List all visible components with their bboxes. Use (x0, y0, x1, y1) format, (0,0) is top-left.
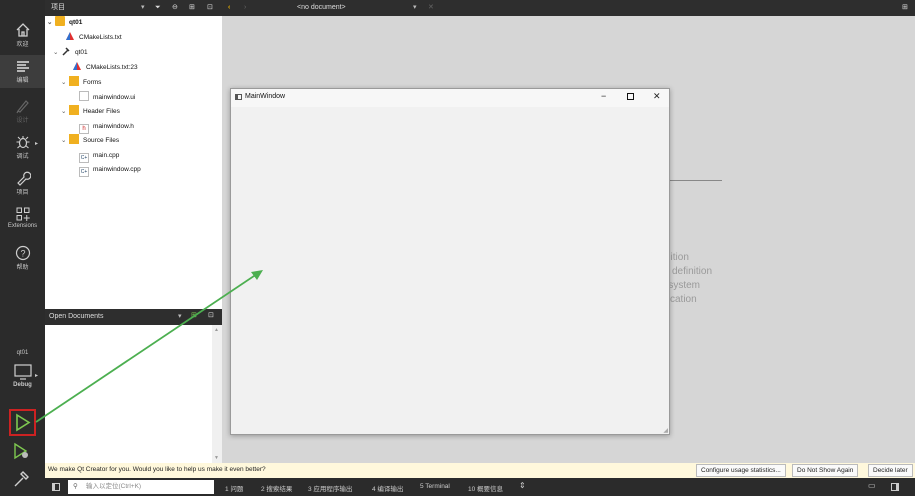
toggle-right-sidebar-icon[interactable] (891, 483, 899, 491)
configure-usage-statistics-button[interactable]: Configure usage statistics... (696, 464, 786, 477)
locator-input[interactable]: ⚲ 输入以定位(Ctrl+K) (68, 480, 214, 494)
annotation-arrow-line (35, 273, 258, 423)
locator-placeholder: 输入以定位(Ctrl+K) (86, 483, 142, 490)
pane-general-messages[interactable]: 10 概要信息 (468, 483, 503, 493)
more-panes-icon[interactable]: ⇕ (519, 481, 526, 490)
info-message: We make Qt Creator for you. Would you li… (48, 466, 266, 473)
progress-details-icon[interactable]: ▭ (868, 481, 876, 490)
status-bar: ⚲ 输入以定位(Ctrl+K) 1 问题 2 搜索结果 3 应用程序输出 4 编… (45, 478, 915, 496)
toggle-sidebar-icon[interactable] (52, 483, 60, 491)
pane-application-output[interactable]: 3 应用程序输出 (308, 483, 352, 493)
decide-later-button[interactable]: Decide later (868, 464, 913, 477)
pane-terminal[interactable]: 5 Terminal (420, 483, 450, 490)
info-bar: We make Qt Creator for you. Would you li… (45, 463, 915, 478)
pane-issues[interactable]: 1 问题 (225, 483, 243, 493)
pane-search-results[interactable]: 2 搜索结果 (261, 483, 292, 493)
pane-compile-output[interactable]: 4 编译输出 (372, 483, 403, 493)
do-not-show-again-button[interactable]: Do Not Show Again (792, 464, 859, 477)
annotation-arrow (35, 270, 263, 423)
search-icon: ⚲ (73, 483, 78, 490)
annotation-arrow-head (251, 270, 263, 280)
